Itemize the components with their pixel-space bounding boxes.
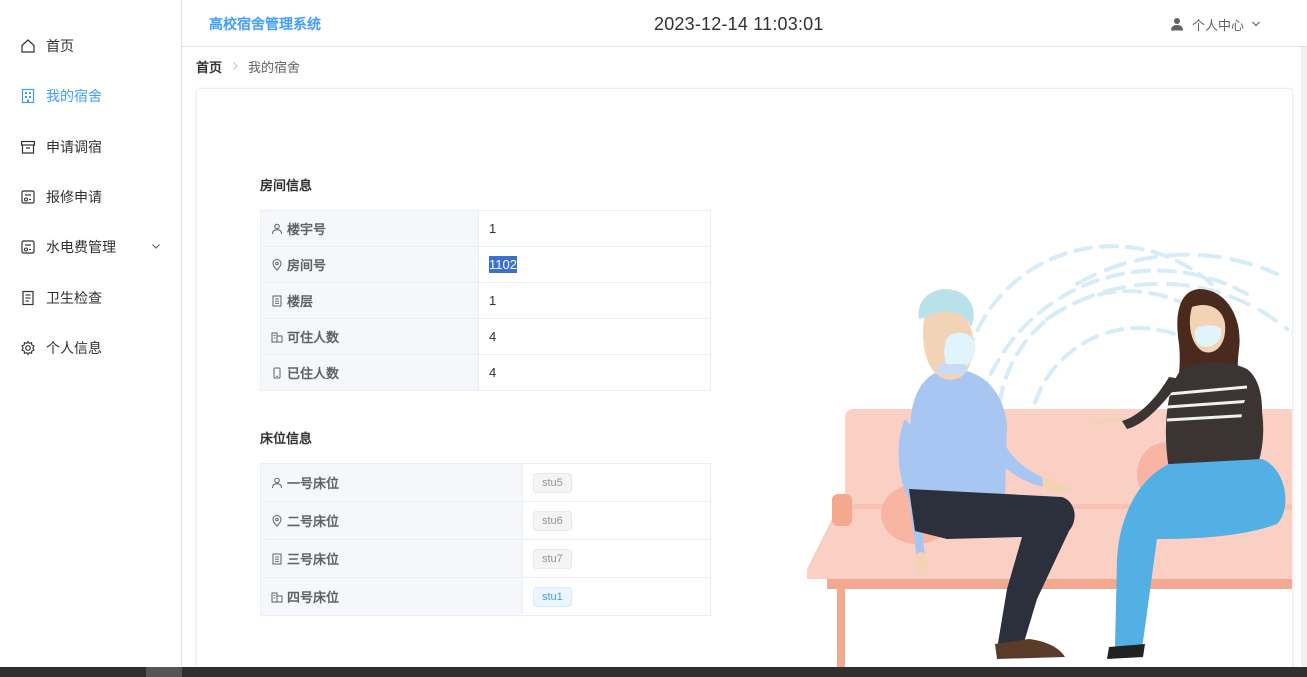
sidebar-item-label: 我的宿舍	[46, 88, 102, 104]
room-number-value: 1102	[489, 256, 517, 273]
room-capacity-label: 可住人数	[287, 330, 340, 345]
table-row: 楼宇号 1	[260, 210, 711, 247]
mobile-icon	[273, 367, 281, 379]
bed-4-label: 四号床位	[287, 590, 340, 605]
bed-2-value-cell: stu6	[522, 501, 711, 540]
top-header: 高校宿舍管理系统 2023-12-14 11:03:01 个人中心	[182, 0, 1307, 47]
tickets-icon	[272, 295, 282, 307]
bed-4-key: 四号床位	[260, 577, 523, 616]
app-title: 高校宿舍管理系统	[209, 16, 321, 32]
home-icon	[21, 39, 35, 53]
repair-icon	[21, 190, 35, 204]
bed-2-key: 二号床位	[260, 501, 523, 540]
scrollbar-thumb[interactable]	[146, 667, 182, 677]
box-icon	[20, 140, 36, 154]
bed-1-tag: stu5	[533, 472, 572, 493]
location-icon	[272, 259, 282, 271]
room-info-title: 房间信息	[260, 178, 313, 193]
user-icon	[272, 223, 282, 235]
user-icon	[1171, 18, 1183, 31]
datetime-clock: 2023-12-14 11:03:01	[654, 14, 824, 34]
office-icon	[271, 332, 283, 343]
room-capacity-value: 4	[478, 318, 711, 355]
bed-info-title: 床位信息	[260, 431, 313, 446]
room-building-value: 1	[478, 210, 711, 247]
bed-4-value-cell: stu1	[522, 577, 711, 616]
tickets-icon	[272, 553, 282, 565]
chevron-down-icon	[152, 244, 160, 249]
user-icon	[272, 477, 282, 489]
office-icon	[271, 592, 283, 603]
sidebar: 首页 我的宿舍 申请调宿 报修申请 水电费管理 卫生检查 个人信息	[0, 0, 182, 667]
room-occupied-label: 已住人数	[287, 366, 340, 381]
user-center-label: 个人中心	[1192, 17, 1245, 33]
bed-3-label: 三号床位	[287, 552, 340, 567]
room-floor-label: 楼层	[287, 294, 314, 309]
sidebar-item-label: 个人信息	[46, 340, 102, 356]
room-occupied-key: 已住人数	[260, 354, 479, 391]
sidebar-item-repair[interactable]: 报修申请	[0, 177, 181, 217]
chevron-right-icon	[233, 62, 238, 70]
room-building-key: 楼宇号	[260, 210, 479, 247]
location-icon	[272, 515, 282, 527]
room-floor-key: 楼层	[260, 282, 479, 319]
breadcrumb-current: 我的宿舍	[248, 59, 301, 75]
table-row: 房间号 1102	[260, 246, 711, 283]
room-info-table: 楼宇号 1 房间号 1102 楼层 1 可住人数 4 已住人数 4	[260, 210, 711, 391]
table-row: 已住人数 4	[260, 354, 711, 391]
sidebar-item-label: 首页	[46, 38, 74, 54]
table-row: 四号床位 stu1	[260, 577, 711, 616]
table-row: 二号床位 stu6	[260, 501, 711, 540]
sidebar-item-label: 申请调宿	[46, 139, 102, 155]
sidebar-item-label: 卫生检查	[46, 290, 102, 306]
room-occupied-value: 4	[478, 354, 711, 391]
bed-3-tag: stu7	[533, 548, 572, 569]
user-center-dropdown[interactable]: 个人中心	[1170, 14, 1262, 34]
room-number-key: 房间号	[260, 246, 479, 283]
bed-1-key: 一号床位	[260, 463, 523, 502]
table-row: 三号床位 stu7	[260, 539, 711, 578]
sidebar-item-my-dorm[interactable]: 我的宿舍	[0, 76, 181, 116]
room-building-label: 楼宇号	[287, 222, 327, 237]
dorm-illustration	[807, 244, 1292, 667]
horizontal-scrollbar[interactable]	[0, 667, 1307, 677]
room-capacity-key: 可住人数	[260, 318, 479, 355]
gear-icon	[21, 340, 35, 356]
sidebar-item-home[interactable]: 首页	[0, 26, 181, 66]
room-number-value-cell: 1102	[478, 246, 711, 283]
breadcrumb-home[interactable]: 首页	[196, 57, 222, 76]
main-card: 房间信息 楼宇号 1 房间号 1102 楼层 1 可住人数 4 已住人数 4 床…	[196, 88, 1293, 667]
bed-1-value-cell: stu5	[522, 463, 711, 502]
bed-3-value-cell: stu7	[522, 539, 711, 578]
chevron-down-icon	[1252, 21, 1260, 27]
table-row: 一号床位 stu5	[260, 463, 711, 502]
bed-info-table: 一号床位 stu5 二号床位 stu6 三号床位 stu7 四号床位 stu1	[260, 463, 711, 616]
utility-icon	[21, 240, 35, 254]
vertical-scrollbar[interactable]	[1301, 47, 1307, 667]
bed-4-tag: stu1	[533, 586, 572, 607]
room-floor-value: 1	[478, 282, 711, 319]
bed-2-tag: stu6	[533, 510, 572, 531]
sidebar-item-label: 报修申请	[46, 189, 102, 205]
room-number-label: 房间号	[287, 258, 327, 273]
table-row: 可住人数 4	[260, 318, 711, 355]
sidebar-item-label: 水电费管理	[46, 239, 116, 255]
bed-1-label: 一号床位	[287, 476, 340, 491]
sidebar-item-hygiene[interactable]: 卫生检查	[0, 278, 181, 318]
sidebar-item-profile[interactable]: 个人信息	[0, 328, 181, 368]
breadcrumb: 首页 我的宿舍	[196, 57, 301, 76]
building-icon	[21, 88, 35, 104]
sidebar-item-apply-transfer[interactable]: 申请调宿	[0, 127, 181, 167]
document-icon	[22, 290, 34, 306]
bed-3-key: 三号床位	[260, 539, 523, 578]
sidebar-item-utility[interactable]: 水电费管理	[0, 227, 181, 267]
bed-2-label: 二号床位	[287, 514, 340, 529]
table-row: 楼层 1	[260, 282, 711, 319]
